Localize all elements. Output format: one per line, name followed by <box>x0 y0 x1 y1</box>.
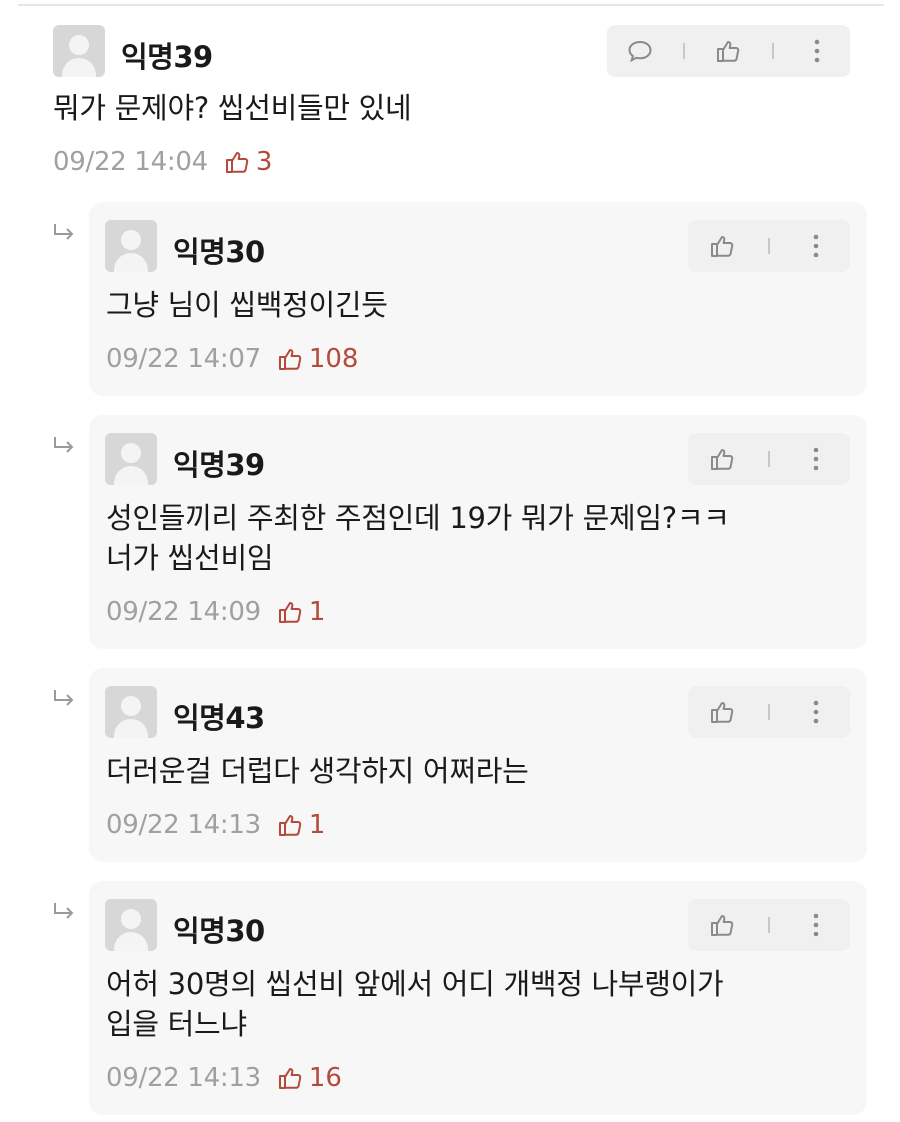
more-vertical-icon <box>813 913 819 937</box>
comment-root: 익명39 뭐가 문제야? 씹선비들만 있네 09/22 14:04 3 <box>0 0 900 200</box>
comment-actions <box>688 220 850 272</box>
speech-bubble-icon <box>628 40 652 63</box>
more-options-button[interactable] <box>794 437 838 481</box>
like-button[interactable] <box>700 437 744 481</box>
like-count-value: 1 <box>308 597 326 627</box>
comment-meta: 09/22 14:13 1 <box>106 810 325 840</box>
more-vertical-icon <box>813 700 819 724</box>
separator <box>683 43 686 59</box>
reply-card: 익명30 그냥 님이 씹백정이긴듯 09/22 14:07 108 <box>89 202 867 396</box>
avatar <box>105 433 157 485</box>
separator <box>768 238 770 254</box>
reply-card: 익명30 어허 30명의 씹선비 앞에서 어디 개백정 나부랭이가 입을 터느냐… <box>89 881 867 1115</box>
reply-arrow-icon <box>54 437 74 453</box>
comment-author: 익명30 <box>173 235 265 269</box>
more-vertical-icon <box>813 234 819 258</box>
thumbs-up-icon <box>278 349 302 370</box>
like-button[interactable] <box>700 903 744 947</box>
like-button[interactable] <box>700 690 744 734</box>
comment-actions <box>688 433 850 485</box>
like-count: 108 <box>277 344 359 374</box>
like-count-value: 16 <box>308 1063 342 1093</box>
like-count: 1 <box>277 810 326 840</box>
comment-meta: 09/22 14:09 1 <box>106 597 325 627</box>
avatar <box>105 220 157 272</box>
comment-author: 익명39 <box>173 448 265 482</box>
separator <box>768 704 770 720</box>
avatar <box>105 686 157 738</box>
thumbs-up-icon <box>278 602 302 623</box>
like-count-value: 108 <box>308 344 359 374</box>
comment-text: 그냥 님이 씹백정이긴듯 <box>106 288 388 322</box>
like-count: 1 <box>277 597 326 627</box>
like-count-value: 3 <box>255 147 273 177</box>
comment-text: 더러운걸 더럽다 생각하지 어쩌라는 <box>106 754 529 788</box>
more-vertical-icon <box>814 39 820 63</box>
reply-arrow-icon <box>54 903 74 919</box>
comment-date: 09/22 14:13 <box>106 1063 261 1093</box>
separator <box>768 451 770 467</box>
comment-date: 09/22 14:04 <box>53 147 208 177</box>
comment-date: 09/22 14:13 <box>106 810 261 840</box>
reply-card: 익명43 더러운걸 더럽다 생각하지 어쩌라는 09/22 14:13 1 <box>89 668 867 862</box>
thumbs-up-icon <box>711 236 734 257</box>
reply-arrow-icon <box>54 224 74 240</box>
comment-actions <box>607 25 850 77</box>
comment-actions <box>688 899 850 951</box>
comment-text: 성인들끼리 주최한 주점인데 19가 뭐가 문제임?ㅋㅋ 너가 씹선비임 <box>106 501 730 575</box>
reply-comment-button[interactable] <box>618 29 662 73</box>
like-button[interactable] <box>706 29 750 73</box>
comment-meta: 09/22 14:07 108 <box>106 344 358 374</box>
thumbs-up-icon <box>278 1068 302 1089</box>
thumbs-up-icon <box>225 152 249 173</box>
like-count: 3 <box>224 147 273 177</box>
thumbs-up-icon <box>711 449 734 470</box>
more-vertical-icon <box>813 447 819 471</box>
more-options-button[interactable] <box>794 224 838 268</box>
like-count: 16 <box>277 1063 342 1093</box>
separator <box>771 43 774 59</box>
like-button[interactable] <box>700 224 744 268</box>
avatar <box>53 25 105 77</box>
comment-author: 익명30 <box>173 914 265 948</box>
reply-arrow-icon <box>54 690 74 706</box>
thumbs-up-icon <box>711 915 734 936</box>
more-options-button[interactable] <box>795 29 839 73</box>
comment-meta: 09/22 14:04 3 <box>53 147 272 177</box>
separator <box>768 917 770 933</box>
like-count-value: 1 <box>308 810 326 840</box>
comment-date: 09/22 14:09 <box>106 597 261 627</box>
thumbs-up-icon <box>711 702 734 723</box>
avatar <box>105 899 157 951</box>
comment-meta: 09/22 14:13 16 <box>106 1063 342 1093</box>
thumbs-up-icon <box>717 41 740 62</box>
comment-author: 익명43 <box>173 701 265 735</box>
comment-date: 09/22 14:07 <box>106 344 261 374</box>
more-options-button[interactable] <box>794 690 838 734</box>
reply-card: 익명39 성인들끼리 주최한 주점인데 19가 뭐가 문제임?ㅋㅋ 너가 씹선비… <box>89 415 867 649</box>
comment-author: 익명39 <box>121 40 213 74</box>
more-options-button[interactable] <box>794 903 838 947</box>
comment-actions <box>688 686 850 738</box>
comment-text: 어허 30명의 씹선비 앞에서 어디 개백정 나부랭이가 입을 터느냐 <box>106 967 724 1041</box>
thumbs-up-icon <box>278 815 302 836</box>
comment-text: 뭐가 문제야? 씹선비들만 있네 <box>53 91 412 125</box>
